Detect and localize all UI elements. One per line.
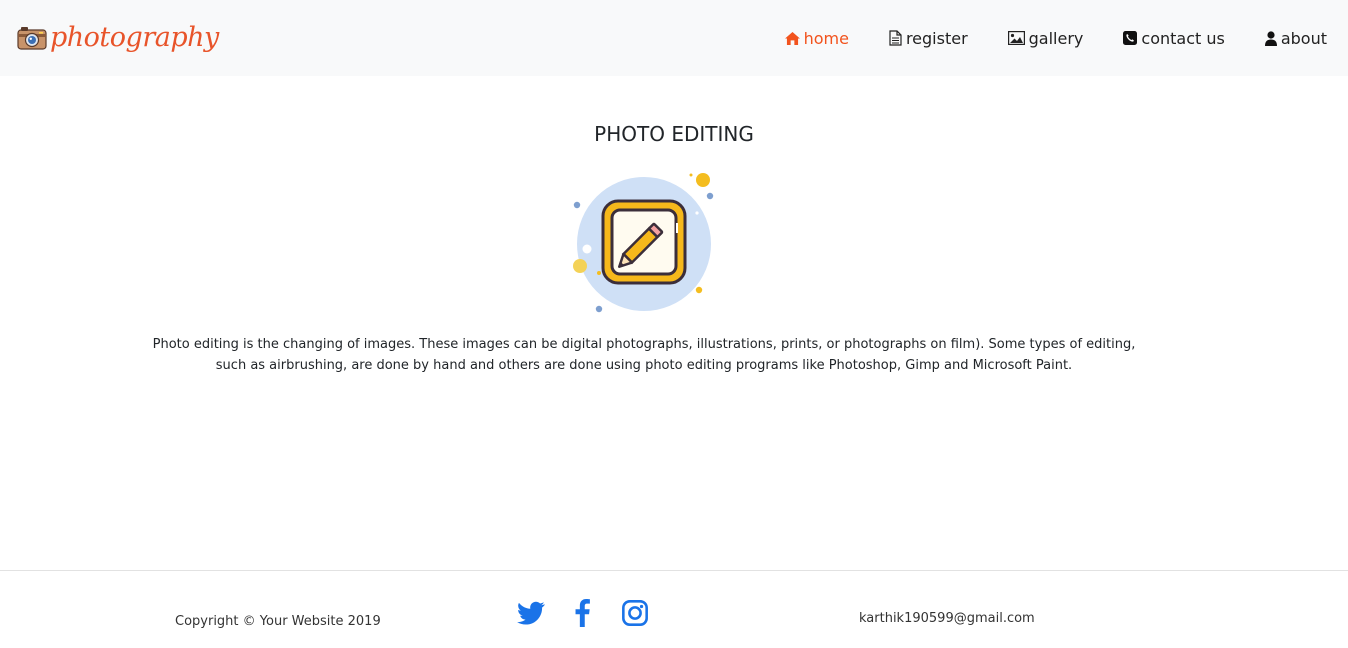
brand-name: photography (50, 22, 219, 53)
pencil-edit-icon (573, 173, 714, 313)
nav-register-label: register (905, 28, 968, 48)
home-icon (784, 31, 800, 45)
nav-about-label: about (1280, 28, 1327, 48)
description-text: Photo editing is the changing of images.… (152, 337, 1136, 373)
nav-contact-us[interactable]: contact us (1103, 0, 1244, 76)
email-text: karthik190599@gmail.com (859, 611, 1035, 626)
facebook-icon[interactable] (569, 599, 597, 627)
navbar: photography home register gallery contac… (0, 0, 1348, 76)
camera-icon (17, 27, 47, 50)
phone-icon (1123, 31, 1138, 45)
twitter-icon[interactable] (517, 599, 545, 627)
nav-register[interactable]: register (869, 0, 988, 76)
document-icon (889, 30, 902, 46)
main-content: PHOTO EDITING Photo editing is the chang… (0, 76, 1348, 570)
instagram-icon[interactable] (621, 599, 649, 627)
page-title: PHOTO EDITING (594, 122, 754, 146)
nav-gallery[interactable]: gallery (988, 0, 1104, 76)
user-icon (1264, 30, 1277, 46)
nav-home-label: home (803, 28, 849, 48)
social-links (517, 599, 673, 627)
nav-about[interactable]: about (1245, 0, 1348, 76)
nav-gallery-label: gallery (1028, 28, 1084, 48)
footer: Copyright © Your Website 2019 karthik190… (0, 570, 1348, 648)
nav-contact-us-label: contact us (1141, 28, 1225, 48)
brand[interactable]: photography (17, 20, 219, 56)
image-icon (1007, 31, 1025, 45)
copyright-text: Copyright © Your Website 2019 (175, 614, 381, 629)
nav-home[interactable]: home (765, 0, 869, 76)
nav-menu: home register gallery contact us about (765, 0, 1348, 76)
